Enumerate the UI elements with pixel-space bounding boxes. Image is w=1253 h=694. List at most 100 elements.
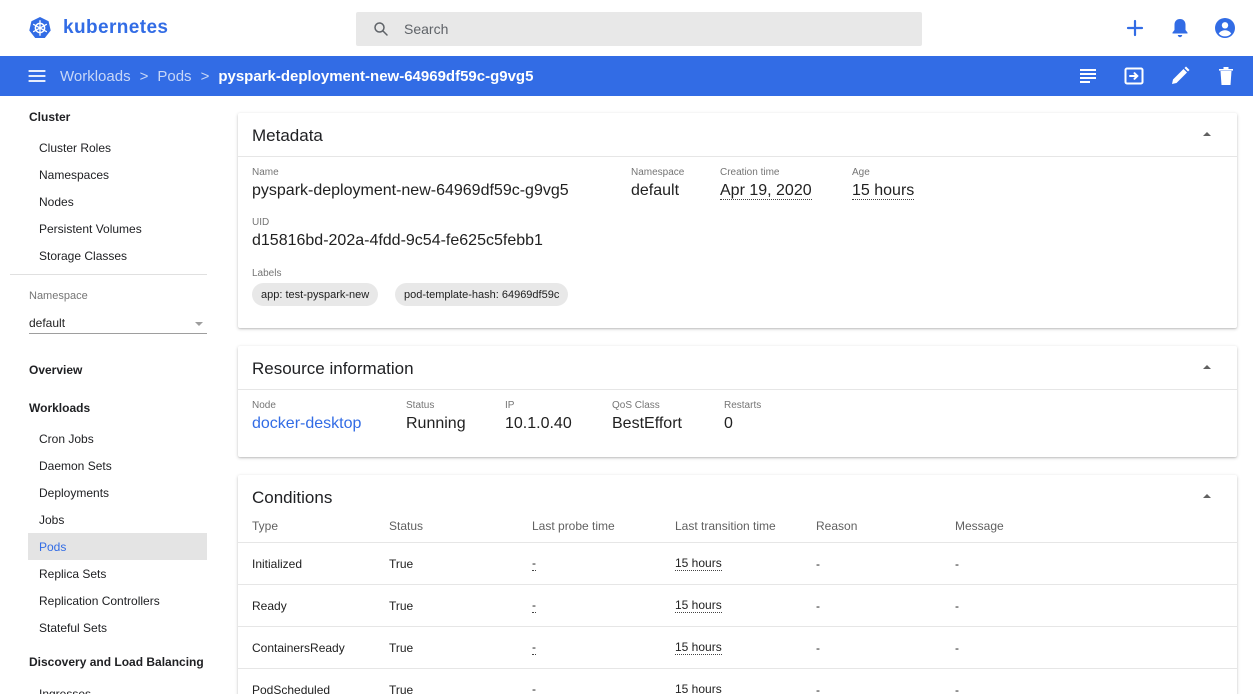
probe-time-value[interactable]: - [532, 599, 536, 613]
node-link[interactable]: docker-desktop [252, 415, 361, 433]
condition-message-cell: - [955, 683, 959, 694]
probe-time-value[interactable]: - [532, 641, 536, 655]
card-title: Conditions [252, 488, 333, 507]
sidebar-item-overview[interactable]: Overview [29, 363, 82, 377]
resource-status-field: Status Running [406, 400, 466, 433]
resource-restarts-field: Restarts 0 [724, 400, 761, 433]
card-title: Metadata [252, 126, 323, 145]
pod-actions [1054, 64, 1238, 88]
search-bar[interactable] [356, 12, 922, 46]
table-row: Ready True - 15 hours - - [238, 584, 1237, 626]
transition-time-cell: 15 hours [675, 543, 722, 585]
column-header-last-probe-time[interactable]: Last probe time [532, 519, 615, 543]
breadcrumb-pods[interactable]: Pods [157, 68, 191, 85]
search-icon [374, 22, 388, 36]
qos-class-value: BestEffort [612, 415, 682, 432]
logs-icon[interactable] [1076, 64, 1100, 88]
condition-status-cell: True [389, 557, 414, 571]
table-row: PodScheduled True - 15 hours - - [238, 668, 1237, 694]
sidebar-item-daemon-sets[interactable]: Daemon Sets [28, 452, 207, 479]
column-header-reason[interactable]: Reason [816, 519, 857, 543]
plus-icon[interactable] [1123, 16, 1147, 40]
probe-time-value[interactable]: - [532, 557, 536, 571]
column-header-type[interactable]: Type [252, 519, 278, 543]
breadcrumb: Workloads > Pods > pyspark-deployment-ne… [60, 56, 533, 96]
namespace-selector[interactable]: default [29, 312, 207, 334]
resource-qos-field: QoS Class BestEffort [612, 400, 682, 433]
label-chip: pod-template-hash: 64969df59c [395, 283, 569, 306]
table-row: ContainersReady True - 15 hours - - [238, 626, 1237, 668]
sidebar-divider [10, 274, 207, 275]
column-header-message[interactable]: Message [955, 519, 1004, 543]
dropdown-arrow-icon [195, 322, 203, 326]
transition-time-value[interactable]: 15 hours [675, 683, 722, 694]
resource-card-header[interactable]: Resource information [238, 346, 1237, 390]
field-label: Age [852, 167, 870, 178]
transition-time-value[interactable]: 15 hours [675, 641, 722, 655]
sidebar-item-jobs[interactable]: Jobs [28, 506, 207, 533]
creation-time-value[interactable]: Apr 19, 2020 [720, 182, 812, 200]
breadcrumb-workloads[interactable]: Workloads [60, 68, 131, 85]
transition-time-cell: 15 hours [675, 585, 722, 627]
account-circle-icon[interactable] [1213, 16, 1237, 40]
status-value: Running [406, 415, 466, 432]
field-label: Namespace [631, 167, 685, 178]
chevron-up-icon[interactable] [1203, 132, 1211, 136]
conditions-card-header[interactable]: Conditions [238, 475, 1237, 519]
field-label: QoS Class [612, 400, 660, 411]
sidebar-item-replica-sets[interactable]: Replica Sets [28, 560, 207, 587]
sidebar-section-discovery[interactable]: Discovery and Load Balancing [29, 655, 204, 669]
conditions-card: Conditions Type Status Last probe time L… [238, 475, 1237, 694]
sidebar-item-stateful-sets[interactable]: Stateful Sets [28, 614, 207, 641]
metadata-card-header[interactable]: Metadata [238, 113, 1237, 157]
sidebar-item-ingresses[interactable]: Ingresses [28, 680, 207, 694]
field-label: IP [505, 400, 515, 411]
transition-time-cell: 15 hours [675, 669, 722, 694]
probe-time-cell: - [532, 585, 536, 627]
column-header-status[interactable]: Status [389, 519, 423, 543]
sidebar-item-nodes[interactable]: Nodes [28, 188, 207, 215]
sidebar-section-cluster[interactable]: Cluster [29, 110, 70, 124]
column-header-last-transition-time[interactable]: Last transition time [675, 519, 776, 543]
sidebar-item-cluster-roles[interactable]: Cluster Roles [28, 134, 207, 161]
search-input[interactable] [404, 21, 922, 37]
brand-logo[interactable]: kubernetes [28, 12, 168, 44]
chevron-up-icon[interactable] [1203, 494, 1211, 498]
namespace-selected-value: default [29, 316, 66, 330]
transition-time-cell: 15 hours [675, 627, 722, 669]
bell-icon[interactable] [1168, 16, 1192, 40]
pod-name-value: pyspark-deployment-new-64969df59c-g9vg5 [252, 182, 569, 199]
sidebar-item-namespaces[interactable]: Namespaces [28, 161, 207, 188]
transition-time-value[interactable]: 15 hours [675, 599, 722, 613]
field-label: Labels [252, 268, 282, 279]
probe-time-cell: - [532, 669, 536, 694]
sidebar-item-storage-classes[interactable]: Storage Classes [28, 242, 207, 269]
condition-reason-cell: - [816, 683, 820, 694]
namespace-label: Namespace [29, 290, 88, 302]
sidebar-section-workloads[interactable]: Workloads [29, 401, 90, 415]
condition-status-cell: True [389, 641, 414, 655]
sidebar-item-deployments[interactable]: Deployments [28, 479, 207, 506]
resource-information-card: Resource information Node docker-desktop… [238, 346, 1237, 457]
age-value[interactable]: 15 hours [852, 182, 915, 200]
trash-icon[interactable] [1214, 64, 1238, 88]
condition-status-cell: True [389, 683, 414, 694]
transition-time-value[interactable]: 15 hours [675, 557, 722, 571]
action-toolbar: Workloads > Pods > pyspark-deployment-ne… [0, 56, 1253, 96]
restarts-value: 0 [724, 415, 733, 432]
condition-type-cell: ContainersReady [252, 641, 345, 655]
exec-shell-icon[interactable] [1122, 64, 1146, 88]
condition-reason-cell: - [816, 599, 820, 613]
sidebar-item-pods[interactable]: Pods [28, 533, 207, 560]
pencil-icon[interactable] [1168, 64, 1192, 88]
condition-type-cell: PodScheduled [252, 683, 331, 694]
menu-icon[interactable] [27, 66, 47, 86]
condition-message-cell: - [955, 599, 959, 613]
breadcrumb-current-pod: pyspark-deployment-new-64969df59c-g9vg5 [218, 67, 534, 85]
sidebar-item-replication-controllers[interactable]: Replication Controllers [28, 587, 207, 614]
sidebar-item-persistent-volumes[interactable]: Persistent Volumes [28, 215, 207, 242]
field-label: UID [252, 217, 270, 228]
chevron-up-icon[interactable] [1203, 365, 1211, 369]
probe-time-value[interactable]: - [532, 683, 536, 694]
sidebar-item-cron-jobs[interactable]: Cron Jobs [28, 425, 207, 452]
